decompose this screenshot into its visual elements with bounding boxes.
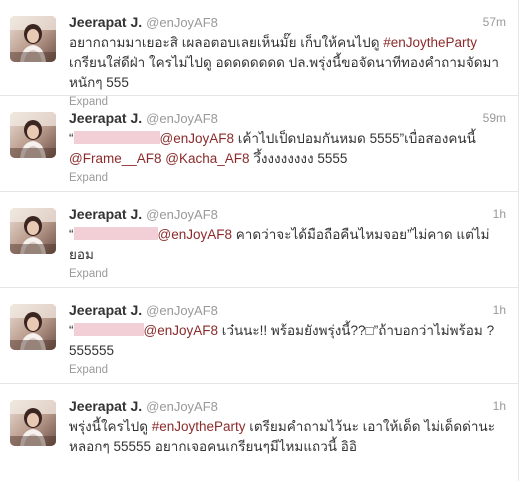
mention-link[interactable]: @enJoyAF8	[160, 131, 235, 146]
hashtag-link[interactable]: #enJoytheParty	[383, 35, 477, 50]
tweet-timestamp[interactable]: 1h	[493, 205, 506, 223]
user-handle[interactable]: @enJoyAF8	[146, 399, 218, 414]
tweet-content: Jeerapat J. @enJoyAF8 1h “@enJoyAF8 คาดว่…	[69, 205, 508, 282]
redacted-mention	[73, 131, 160, 144]
tweet-content: Jeerapat J. @enJoyAF8 1h “@enJoyAF8 เว๋นน…	[69, 301, 508, 378]
tweet-text-segment: คาดว่าจะได้มือถือคืนไหมจอย”ไม่คาด แต่ไม่	[232, 227, 490, 242]
profile-photo-icon	[10, 400, 56, 446]
mention-link[interactable]: @Kacha_AF8	[165, 151, 249, 166]
user-fullname[interactable]: Jeerapat J.	[69, 14, 142, 30]
avatar[interactable]	[10, 16, 56, 62]
tweet-text: “@enJoyAF8 เว๋นนะ!! พร้อมยังพรุ่งนี้??□”…	[69, 321, 508, 361]
expand-link[interactable]: Expand	[69, 362, 508, 378]
tweet-item[interactable]: Jeerapat J. @enJoyAF8 1h พรุ่งนี้ใครไปดู …	[0, 384, 518, 480]
tweet-text-segment: อยากถามมาเยอะสิ เผลอตอบเลยเห็นมั๊ย เก็บใ…	[69, 35, 384, 50]
tweet-text-segment: เตรียมคำถามไว้นะ เอาให้เด็ด ไม่เด็ดด่านะ	[245, 419, 495, 434]
tweet-header: Jeerapat J. @enJoyAF8 1h	[69, 301, 508, 319]
profile-photo-icon	[10, 112, 56, 158]
tweet-header: Jeerapat J. @enJoyAF8 1h	[69, 397, 508, 415]
avatar[interactable]	[10, 208, 56, 254]
user-handle[interactable]: @enJoyAF8	[146, 303, 218, 318]
mention-link[interactable]: @enJoyAF8	[144, 323, 219, 338]
tweet-text: “@enJoyAF8 คาดว่าจะได้มือถือคืนไหมจอย”ไม…	[69, 225, 508, 265]
tweet-text-segment: เว๋นนะ!! พร้อมยังพรุ่งนี้??□”ถ้าบอกว่าไม…	[218, 323, 495, 338]
hashtag-link[interactable]: #enJoytheParty	[152, 419, 246, 434]
tweet-header: Jeerapat J. @enJoyAF8 59m	[69, 109, 508, 127]
tweet-content: Jeerapat J. @enJoyAF8 1h พรุ่งนี้ใครไปดู …	[69, 397, 508, 457]
tweet-text-segment: ยอม	[69, 247, 94, 262]
user-handle[interactable]: @enJoyAF8	[146, 15, 218, 30]
tweet-text: อยากถามมาเยอะสิ เผลอตอบเลยเห็นมั๊ย เก็บใ…	[69, 33, 508, 93]
tweet-item[interactable]: Jeerapat J. @enJoyAF8 1h “@enJoyAF8 เว๋นน…	[0, 288, 518, 384]
user-handle[interactable]: @enJoyAF8	[146, 111, 218, 126]
tweet-timestamp[interactable]: 59m	[483, 109, 506, 127]
avatar[interactable]	[10, 400, 56, 446]
tweet-text: “@enJoyAF8 เค้าไปเป็ดปอมกันหมด 5555”เบื่…	[69, 129, 508, 169]
tweet-timestamp[interactable]: 1h	[493, 397, 506, 415]
tweet-timeline: Jeerapat J. @enJoyAF8 57m อยากถามมาเยอะสิ…	[0, 0, 519, 481]
mention-link[interactable]: @Frame__AF8	[69, 151, 161, 166]
tweet-text-segment: เกรียนใส่ดีฝ่า ใครไม่ไปดู อดดดดดดด ปล.พร…	[69, 55, 499, 70]
tweet-timestamp[interactable]: 1h	[493, 301, 506, 319]
tweet-text-segment: พรุ่งนี้ใครไปดู	[69, 419, 152, 434]
redacted-mention	[73, 227, 158, 240]
expand-link[interactable]: Expand	[69, 266, 508, 282]
user-fullname[interactable]: Jeerapat J.	[69, 302, 142, 318]
tweet-header: Jeerapat J. @enJoyAF8 1h	[69, 205, 508, 223]
expand-link[interactable]: Expand	[69, 170, 508, 186]
tweet-text-segment: วึ้งงงงงงงง 5555	[249, 151, 348, 166]
profile-photo-icon	[10, 304, 56, 350]
tweet-text: พรุ่งนี้ใครไปดู #enJoytheParty เตรียมคำถ…	[69, 417, 508, 457]
user-handle[interactable]: @enJoyAF8	[146, 207, 218, 222]
tweet-header: Jeerapat J. @enJoyAF8 57m	[69, 13, 508, 31]
tweet-item[interactable]: Jeerapat J. @enJoyAF8 59m “@enJoyAF8 เค้า…	[0, 96, 518, 192]
avatar[interactable]	[10, 304, 56, 350]
user-fullname[interactable]: Jeerapat J.	[69, 110, 142, 126]
user-fullname[interactable]: Jeerapat J.	[69, 398, 142, 414]
tweet-timestamp[interactable]: 57m	[483, 13, 506, 31]
tweet-text-segment: หนักๆ 555	[69, 75, 129, 90]
profile-photo-icon	[10, 208, 56, 254]
tweet-text-segment: หลอกๆ 55555 อยากเจอคนเกรียนๆมีไหมแถวนี้ …	[69, 439, 357, 454]
user-fullname[interactable]: Jeerapat J.	[69, 206, 142, 222]
tweet-item[interactable]: Jeerapat J. @enJoyAF8 1h “@enJoyAF8 คาดว่…	[0, 192, 518, 288]
tweet-text-segment: 555555	[69, 343, 115, 358]
tweet-content: Jeerapat J. @enJoyAF8 59m “@enJoyAF8 เค้า…	[69, 109, 508, 186]
profile-photo-icon	[10, 16, 56, 62]
avatar[interactable]	[10, 112, 56, 158]
redacted-mention	[73, 323, 144, 336]
mention-link[interactable]: @enJoyAF8	[158, 227, 233, 242]
tweet-text-segment: เค้าไปเป็ดปอมกันหมด 5555”เบื่อสองคนนี้	[234, 131, 476, 146]
tweet-item[interactable]: Jeerapat J. @enJoyAF8 57m อยากถามมาเยอะสิ…	[0, 0, 518, 108]
